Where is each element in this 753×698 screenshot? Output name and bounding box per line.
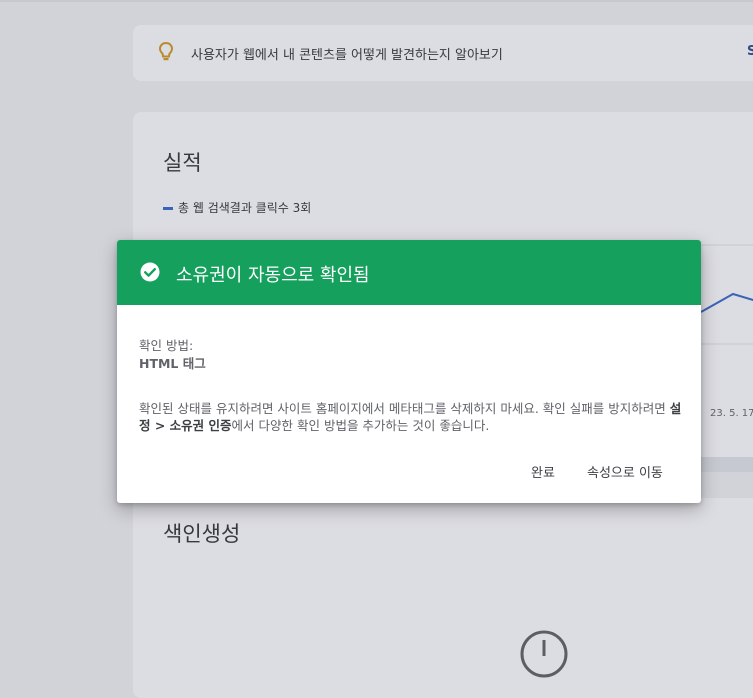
tip-text: 사용자가 웹에서 내 콘텐츠를 어떻게 발견하는지 알아보기 xyxy=(191,48,503,63)
clock-icon xyxy=(520,630,568,678)
dialog-body-text: 확인된 상태를 유지하려면 사이트 홈페이지에서 메타태그를 삭제하지 마세요.… xyxy=(139,400,684,434)
body-text-suffix: 에서 다양한 확인 방법을 추가하는 것이 좋습니다. xyxy=(231,418,490,433)
verification-method-label: 확인 방법: xyxy=(139,338,194,353)
verification-method-value: HTML 태그 xyxy=(139,356,206,371)
ownership-verified-dialog: 소유권이 자동으로 확인됨 확인 방법: HTML 태그 확인된 상태를 유지하… xyxy=(117,240,701,503)
indexing-title: 색인생성 xyxy=(163,522,241,546)
check-circle-icon xyxy=(140,262,160,282)
chart-series-line xyxy=(700,292,753,313)
indexing-card: 색인생성 xyxy=(133,498,753,698)
top-divider xyxy=(0,0,753,2)
chart-x-tick: 23. 5. 17. xyxy=(710,408,753,419)
done-button[interactable]: 완료 xyxy=(531,462,555,481)
tip-link[interactable]: S xyxy=(747,44,753,59)
go-to-property-button[interactable]: 속성으로 이동 xyxy=(587,462,663,481)
dialog-title: 소유권이 자동으로 확인됨 xyxy=(176,265,370,286)
body-text-prefix: 확인된 상태를 유지하려면 사이트 홈페이지에서 메타태그를 삭제하지 마세요.… xyxy=(139,401,670,416)
dialog-header: 소유권이 자동으로 확인됨 xyxy=(117,240,701,305)
lightbulb-icon xyxy=(158,41,174,61)
tip-banner[interactable]: 사용자가 웹에서 내 콘텐츠를 어떻게 발견하는지 알아보기 S xyxy=(133,25,753,81)
